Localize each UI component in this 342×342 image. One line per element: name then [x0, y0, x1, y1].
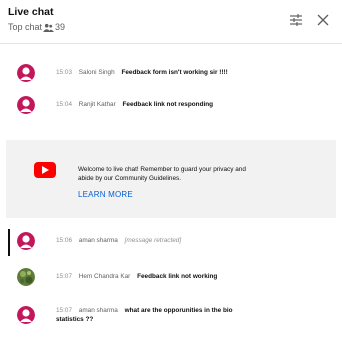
- message-author[interactable]: aman sharma: [79, 307, 118, 314]
- avatar[interactable]: [17, 96, 35, 114]
- avatar[interactable]: [17, 306, 35, 324]
- chat-message[interactable]: 15:06 aman sharma [message retracted]: [0, 230, 342, 254]
- message-text: Feedback form isn't working sir !!!!: [121, 69, 228, 76]
- filter-button[interactable]: [285, 9, 307, 31]
- people-icon: [43, 23, 54, 32]
- youtube-logo-icon: [34, 162, 56, 178]
- user-avatar-icon: [17, 64, 35, 82]
- avatar[interactable]: [17, 64, 35, 82]
- message-text: Feedback link not responding: [122, 101, 214, 108]
- message-text: Feedback link not working: [137, 273, 218, 280]
- message-time: 15:04: [56, 101, 72, 108]
- user-avatar-icon: [17, 306, 35, 324]
- chat-title: Live chat: [8, 6, 54, 18]
- message-author[interactable]: Saloni Singh: [79, 69, 115, 76]
- photo-avatar-icon: [17, 268, 35, 286]
- close-icon: [317, 14, 329, 26]
- chat-mode-selector[interactable]: Top chat 39: [8, 22, 65, 32]
- message-time: 15:07: [56, 273, 72, 280]
- message-time: 15:06: [56, 237, 72, 244]
- message-author[interactable]: Ranjit Kathar: [79, 101, 116, 108]
- chat-message[interactable]: 15:07 aman sharma what are the opporunit…: [0, 302, 342, 332]
- user-avatar-icon: [17, 96, 35, 114]
- welcome-message: Welcome to live chat! Remember to guard …: [78, 166, 246, 182]
- sliders-icon: [290, 14, 302, 26]
- chat-message[interactable]: 15:04 Ranjit Kathar Feedback link not re…: [0, 94, 342, 118]
- message-text-continued: statistics ??: [56, 316, 94, 323]
- chat-mode-label: Top chat: [8, 22, 43, 32]
- chat-message[interactable]: 15:07 Hem Chandra Kar Feedback link not …: [0, 266, 342, 290]
- chat-message[interactable]: 15:03 Saloni Singh Feedback form isn't w…: [0, 62, 342, 86]
- message-text: what are the opporunities in the bio: [124, 307, 233, 314]
- close-button[interactable]: [312, 9, 334, 31]
- user-avatar-icon: [17, 232, 35, 250]
- welcome-banner: Welcome to live chat! Remember to guard …: [6, 140, 336, 218]
- message-author[interactable]: Hem Chandra Kar: [79, 273, 131, 280]
- message-time: 15:07: [56, 307, 72, 314]
- avatar[interactable]: [17, 232, 35, 250]
- message-text: [message retracted]: [124, 237, 182, 244]
- message-author[interactable]: aman sharma: [79, 237, 118, 244]
- learn-more-link[interactable]: LEARN MORE: [78, 190, 133, 199]
- viewer-count: 39: [55, 22, 66, 32]
- chat-header: Live chat Top chat 39: [0, 0, 342, 44]
- message-time: 15:03: [56, 69, 72, 76]
- avatar[interactable]: [17, 268, 35, 286]
